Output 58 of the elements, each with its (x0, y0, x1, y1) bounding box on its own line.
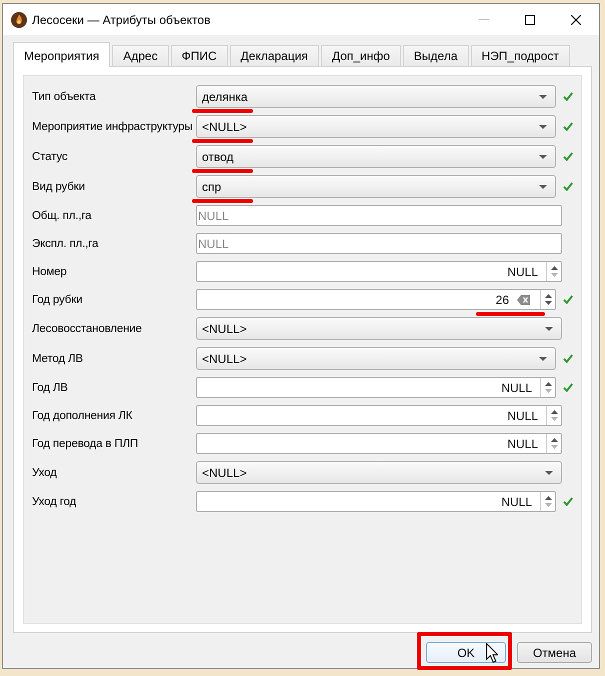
field-label: Лесовосстановление (32, 322, 142, 334)
tab[interactable]: Доп_инфо (320, 45, 401, 66)
field-label: Общ. пл.,га (32, 210, 92, 222)
input-field[interactable]: NULL (196, 205, 562, 226)
dialog-button[interactable]: OK (426, 642, 506, 663)
tab[interactable]: Выдела (402, 45, 469, 66)
field-label: Номер (32, 266, 67, 278)
caret-icon (539, 154, 547, 158)
tab[interactable]: ФПИС (170, 45, 228, 66)
up-arrow-icon[interactable] (550, 266, 558, 270)
tab[interactable]: НЭП_подрост (470, 45, 570, 66)
field-label: Экспл. пл.,га (32, 238, 98, 250)
field-label: Год дополнения ЛК (32, 410, 132, 422)
input-field[interactable]: NULL (196, 233, 562, 254)
caret-icon (539, 94, 547, 98)
caret-icon (539, 356, 547, 360)
spin-box[interactable]: NULL (196, 261, 562, 282)
field-label: Год перевода в ПЛП (32, 438, 138, 450)
field-label: Уход (32, 466, 57, 478)
combo-box[interactable]: <NULL> (196, 461, 562, 484)
field-label: Год рубки (32, 294, 82, 306)
clear-icon[interactable] (517, 294, 530, 304)
spin-box[interactable]: NULL (196, 433, 562, 454)
combo-box[interactable]: отвод (196, 145, 556, 168)
field-label: Год ЛВ (32, 382, 68, 394)
caret-icon (545, 326, 553, 330)
dialog-button[interactable]: Отмена (517, 642, 592, 663)
combo-box[interactable]: <NULL> (196, 115, 556, 138)
field-label: Метод ЛВ (32, 352, 83, 364)
tab[interactable]: Адрес (112, 45, 169, 66)
up-arrow-icon[interactable] (550, 410, 558, 414)
combo-box[interactable]: делянка (196, 85, 556, 108)
spin-box[interactable]: 26 (196, 289, 556, 310)
maximize-icon[interactable] (525, 14, 535, 24)
caret-icon (539, 124, 547, 128)
up-arrow-icon[interactable] (544, 496, 552, 500)
spin-box[interactable]: NULL (196, 377, 556, 398)
combo-box[interactable]: <NULL> (196, 347, 556, 370)
field-label: Мероприятие инфраструктуры (32, 120, 192, 132)
close-icon[interactable] (571, 14, 581, 24)
tab[interactable]: Мероприятия (13, 42, 110, 67)
up-arrow-icon[interactable] (544, 382, 552, 386)
spin-box[interactable]: NULL (196, 405, 562, 426)
combo-box[interactable]: <NULL> (196, 317, 562, 340)
up-arrow-icon[interactable] (544, 294, 552, 298)
field-label: Вид рубки (32, 180, 85, 192)
spin-box[interactable]: NULL (196, 491, 556, 512)
caret-icon (539, 184, 547, 188)
app-logo-icon (11, 12, 27, 28)
down-arrow-icon[interactable] (544, 301, 552, 305)
field-label: Уход год (32, 496, 76, 508)
caret-icon (545, 470, 553, 474)
field-label: Статус (32, 150, 68, 162)
window-title: Лесосеки — Атрибуты объектов (32, 12, 212, 26)
field-label: Тип объекта (32, 90, 96, 102)
up-arrow-icon[interactable] (550, 438, 558, 442)
combo-box[interactable]: спр (196, 175, 556, 198)
tab[interactable]: Декларация (230, 45, 319, 66)
